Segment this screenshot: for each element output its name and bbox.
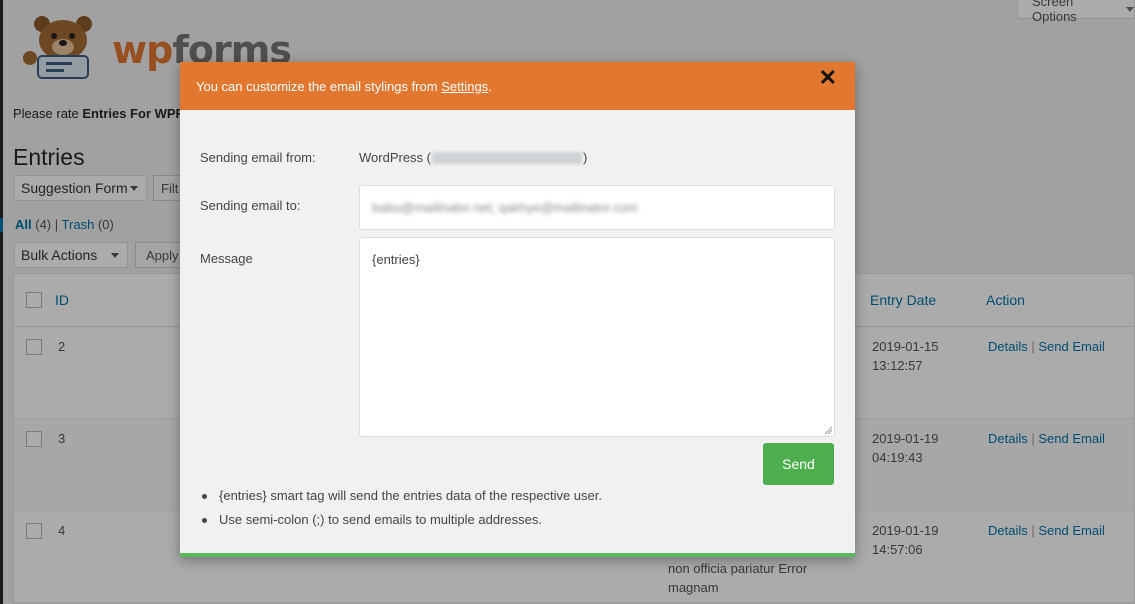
modal-header-text: You can customize the email stylings fro… [196, 78, 438, 94]
modal-header-period: . [488, 78, 492, 94]
message-value: {entries} [372, 252, 420, 267]
resize-handle-icon[interactable] [824, 426, 832, 434]
from-label: Sending email from: [200, 150, 316, 165]
send-email-modal: You can customize the email stylings fro… [180, 62, 855, 557]
from-value: WordPress () [359, 150, 587, 165]
send-button[interactable]: Send [763, 443, 834, 485]
settings-link[interactable]: Settings [441, 79, 488, 94]
email-to-value: babu@mailinator.net; qakhye@mailinator.c… [372, 200, 638, 215]
to-label: Sending email to: [200, 198, 301, 213]
help-note: {entries} smart tag will send the entrie… [200, 486, 602, 510]
from-value-suffix: ) [583, 150, 588, 165]
redacted-email [432, 151, 582, 164]
message-label: Message [200, 251, 253, 266]
help-note: Use semi-colon (;) to send emails to mul… [200, 510, 602, 534]
help-notes: {entries} smart tag will send the entrie… [200, 486, 602, 534]
close-icon[interactable]: ✕ [819, 67, 837, 89]
message-textarea[interactable]: {entries} [359, 237, 835, 437]
from-value-prefix: WordPress ( [359, 150, 431, 165]
modal-header: You can customize the email stylings fro… [180, 62, 855, 110]
email-to-input[interactable]: babu@mailinator.net; qakhye@mailinator.c… [359, 185, 835, 230]
modal-bottom-bar [180, 553, 855, 557]
